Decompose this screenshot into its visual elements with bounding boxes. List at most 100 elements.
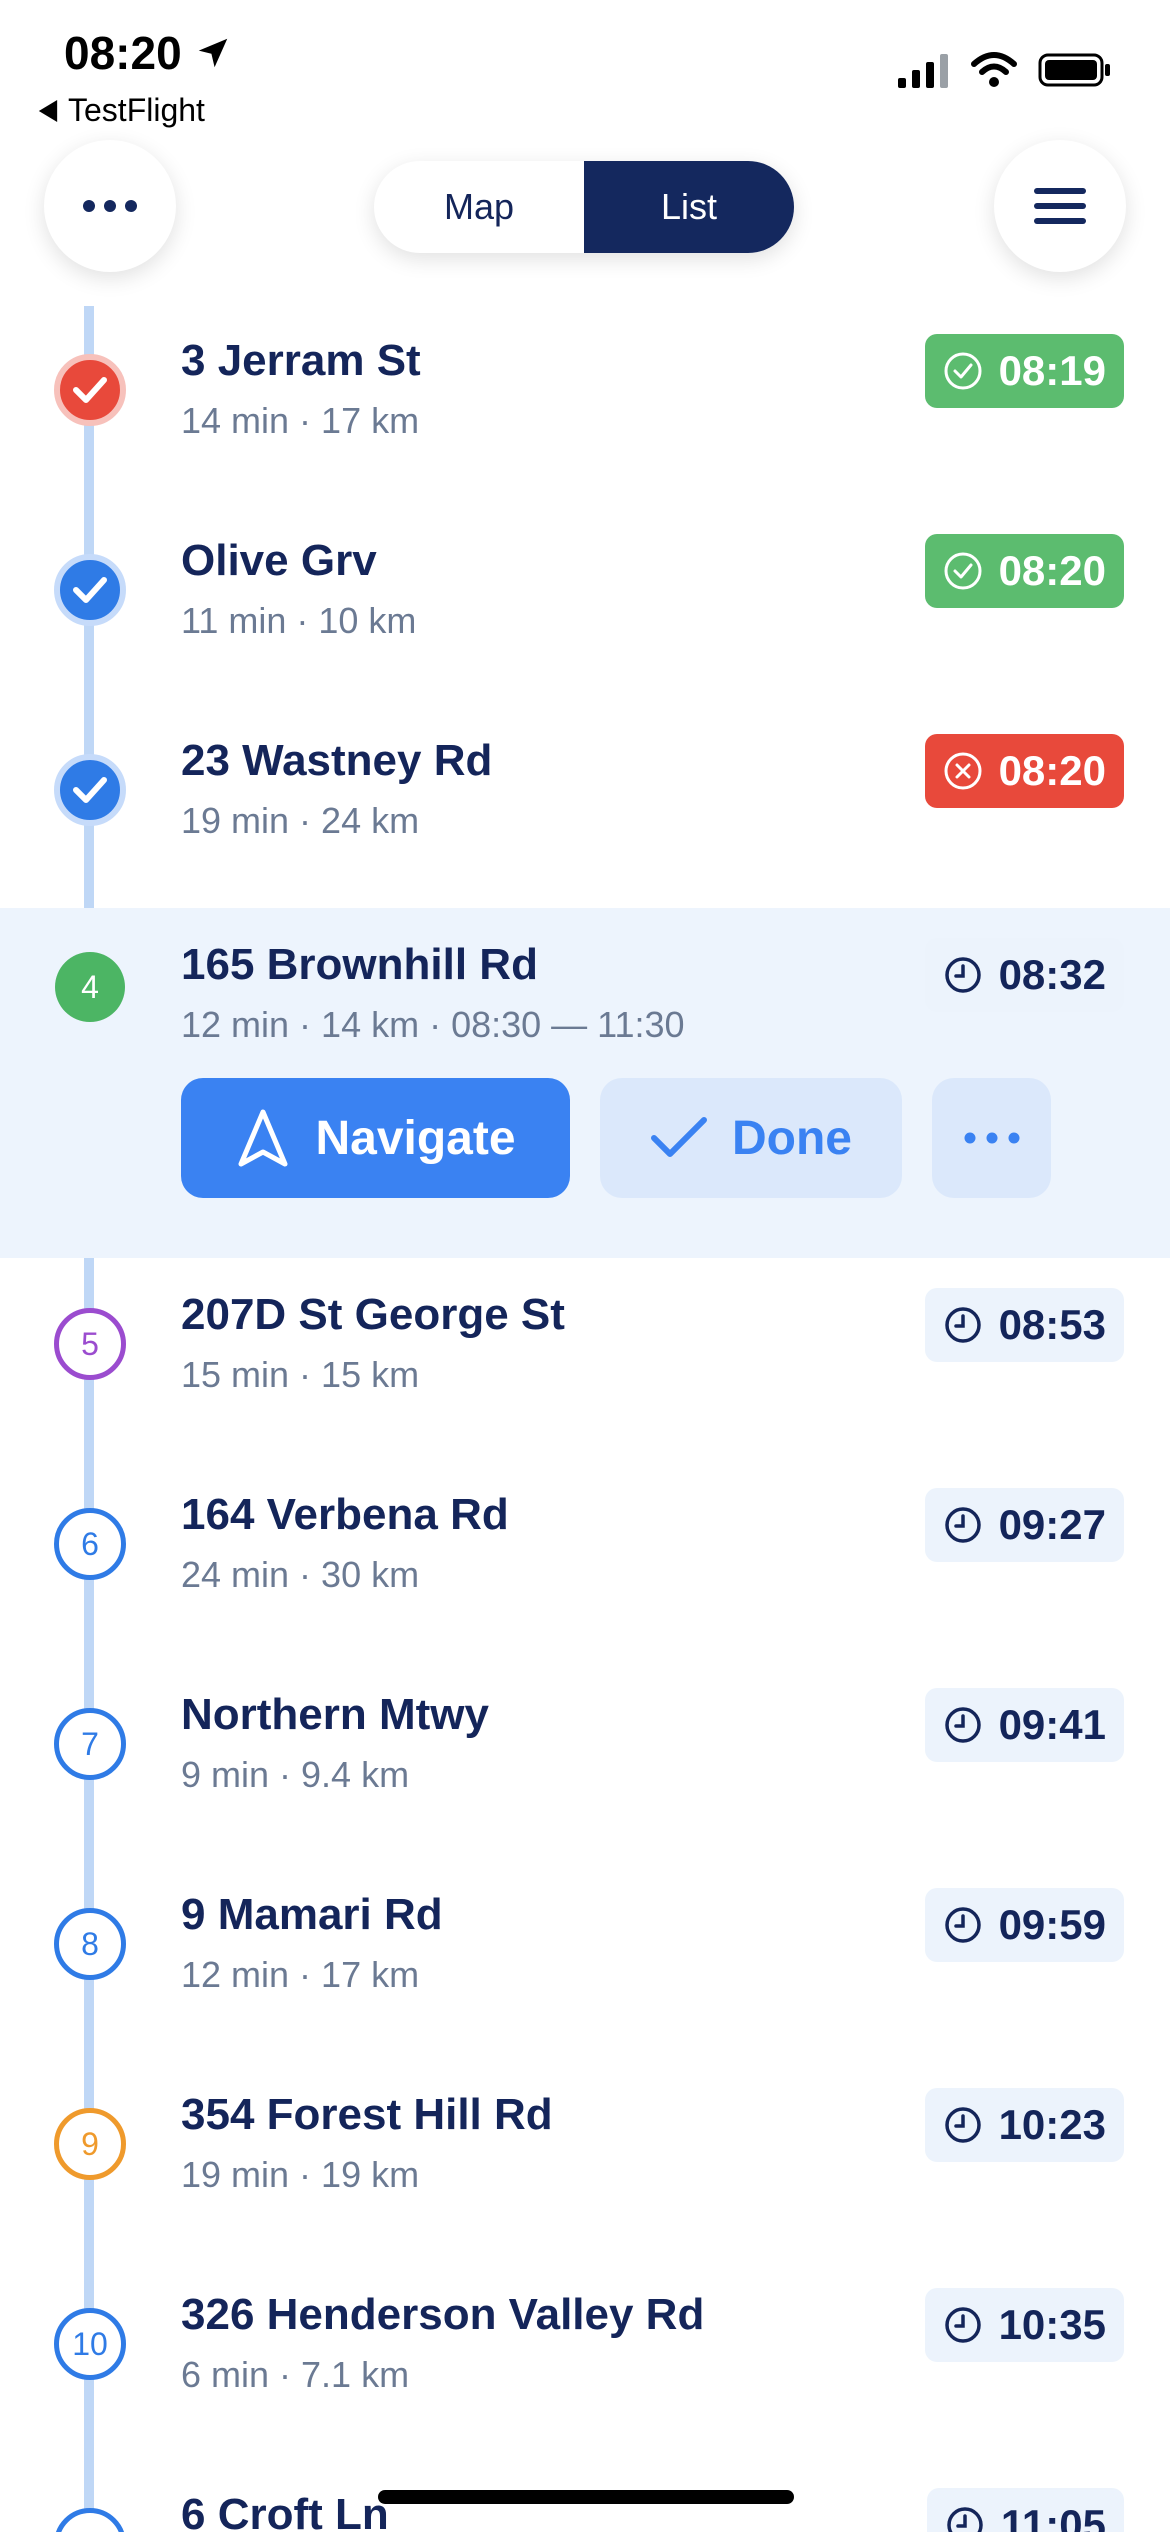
checkmark-icon (73, 377, 107, 403)
back-to-app-link[interactable]: TestFlight (38, 92, 205, 129)
stop-meta: 15 min · 15 km (181, 1354, 420, 1395)
list-item-stop[interactable]: 3 Jerram St 14 min · 17 km 08:19 (0, 320, 1170, 520)
stop-number-marker: 10 (54, 2308, 126, 2380)
hamburger-menu-icon (1034, 188, 1086, 224)
list-item-stop-current[interactable]: 4 165 Brownhill Rd 12 min · 14 km · 08:3… (0, 908, 1170, 1258)
list-item-stop[interactable]: 8 9 Mamari Rd 12 min · 17 km 09:59 (0, 1858, 1170, 2058)
clock-icon (944, 1507, 981, 1543)
list-item-stop[interactable]: Olive Grv 11 min · 10 km 08:20 (0, 520, 1170, 720)
done-button[interactable]: Done (600, 1078, 902, 1198)
status-badge: 09:41 (924, 1688, 1124, 1762)
stop-meta: 19 min · 24 km (181, 800, 420, 841)
stop-number-marker: 6 (54, 1508, 126, 1580)
clock-icon (944, 1307, 981, 1343)
list-item-stop[interactable]: 10 326 Henderson Valley Rd 6 min · 7.1 k… (0, 2258, 1170, 2458)
back-app-label: TestFlight (68, 92, 205, 128)
stop-address: 326 Henderson Valley Rd (181, 2290, 705, 2339)
more-options-button[interactable] (44, 140, 176, 272)
status-badge: 10:23 (924, 2088, 1124, 2162)
status-badge: 08:20 (924, 734, 1124, 808)
status-icons (898, 52, 1112, 88)
stop-more-button[interactable] (932, 1078, 1051, 1198)
stop-number-marker: 7 (54, 1708, 126, 1780)
stop-actions: Navigate Done (181, 1078, 1051, 1198)
status-badge: 09:59 (924, 1888, 1124, 1962)
view-toggle: Map List (374, 161, 794, 253)
location-arrow-icon (198, 38, 227, 68)
stop-time: 08:20 (998, 547, 1106, 594)
stop-number-marker: 5 (54, 1308, 126, 1380)
stop-time: 10:35 (998, 2301, 1106, 2348)
stop-address: 207D St George St (181, 1290, 565, 1339)
menu-button[interactable] (994, 140, 1126, 272)
tab-map[interactable]: Map (374, 161, 584, 253)
stop-meta: 24 min · 30 km (181, 1554, 420, 1595)
stop-time: 10:23 (998, 2101, 1106, 2148)
clock-icon (944, 1707, 981, 1743)
list-item-stop[interactable]: 7 Northern Mtwy 9 min · 9.4 km 09:41 (0, 1658, 1170, 1858)
stop-time: 08:20 (998, 747, 1106, 794)
list-item-stop[interactable]: 23 Wastney Rd 19 min · 24 km 08:20 (0, 720, 1170, 908)
status-badge: 09:27 (924, 1488, 1124, 1562)
checkmark-icon (73, 777, 107, 803)
battery-icon (1038, 53, 1110, 87)
stop-time: 08:19 (998, 347, 1106, 394)
stop-meta: 12 min · 14 km · 08:30 — 11:30 (181, 1004, 685, 1045)
stop-meta: 9 min · 9.4 km (181, 1754, 410, 1795)
stop-time: 09:27 (998, 1501, 1106, 1548)
stop-address: 23 Wastney Rd (181, 736, 493, 785)
check-circle-icon (944, 352, 982, 390)
stop-address: Olive Grv (181, 536, 377, 585)
stop-meta: 11 min · 10 km (181, 600, 417, 641)
stop-time: 09:59 (998, 1901, 1106, 1948)
status-time: 08:20 (64, 26, 232, 80)
navigate-button[interactable]: Navigate (181, 1078, 570, 1198)
clock-icon (944, 1907, 981, 1943)
stop-address: 164 Verbena Rd (181, 1490, 509, 1539)
stop-meta: 19 min · 19 km (181, 2154, 420, 2195)
stop-time: 09:41 (998, 1701, 1106, 1748)
stop-address: 6 Croft Ln (181, 2490, 389, 2532)
status-badge: 08:53 (924, 1288, 1124, 1362)
stop-meta: 6 min · 7.1 km (181, 2354, 410, 2395)
clock-icon (944, 2107, 981, 2143)
ellipsis-icon (83, 200, 137, 212)
list-item-stop[interactable]: 6 164 Verbena Rd 24 min · 30 km 09:27 (0, 1458, 1170, 1658)
clock-icon (944, 957, 981, 993)
list-item-stop[interactable]: 5 207D St George St 15 min · 15 km 08:53 (0, 1258, 1170, 1458)
status-badge: 11:05 (926, 2488, 1124, 2532)
navigate-label: Navigate (315, 1111, 516, 1165)
stop-number-marker: 11 (54, 2508, 126, 2532)
stop-meta: 14 min · 17 km (181, 400, 420, 441)
stop-completed-marker (54, 554, 126, 626)
stop-address: Northern Mtwy (181, 1690, 489, 1739)
stop-number-marker: 9 (54, 2108, 126, 2180)
checkmark-icon (73, 577, 107, 603)
clock-icon (947, 2507, 983, 2532)
cellular-signal-icon (898, 54, 948, 88)
stop-address: 3 Jerram St (181, 336, 421, 385)
status-bar: 08:20 TestFlight (0, 0, 1170, 140)
stop-number-marker: 4 (55, 952, 125, 1022)
stop-number-marker: 8 (54, 1908, 126, 1980)
list-item-stop[interactable]: 9 354 Forest Hill Rd 19 min · 19 km 10:2… (0, 2058, 1170, 2258)
checkmark-icon (651, 1117, 707, 1157)
stop-address: 9 Mamari Rd (181, 1890, 443, 1939)
back-triangle-icon (38, 99, 58, 122)
x-circle-icon (944, 752, 982, 790)
clock-icon (944, 2307, 981, 2343)
tab-list[interactable]: List (584, 161, 794, 253)
stop-time: 08:32 (998, 951, 1106, 998)
home-indicator[interactable] (378, 2490, 794, 2504)
stop-meta: 12 min · 17 km (181, 1954, 420, 1995)
stop-address: 165 Brownhill Rd (181, 940, 538, 989)
status-badge: 08:20 (924, 534, 1124, 608)
stop-time: 08:53 (998, 1301, 1106, 1348)
status-badge: 10:35 (924, 2288, 1124, 2362)
navigation-arrow-icon (238, 1109, 288, 1167)
stop-address: 354 Forest Hill Rd (181, 2090, 553, 2139)
check-circle-icon (944, 552, 982, 590)
stop-time: 11:05 (1000, 2501, 1106, 2532)
status-badge: 08:32 (924, 938, 1124, 1012)
stop-completed-marker (54, 354, 126, 426)
